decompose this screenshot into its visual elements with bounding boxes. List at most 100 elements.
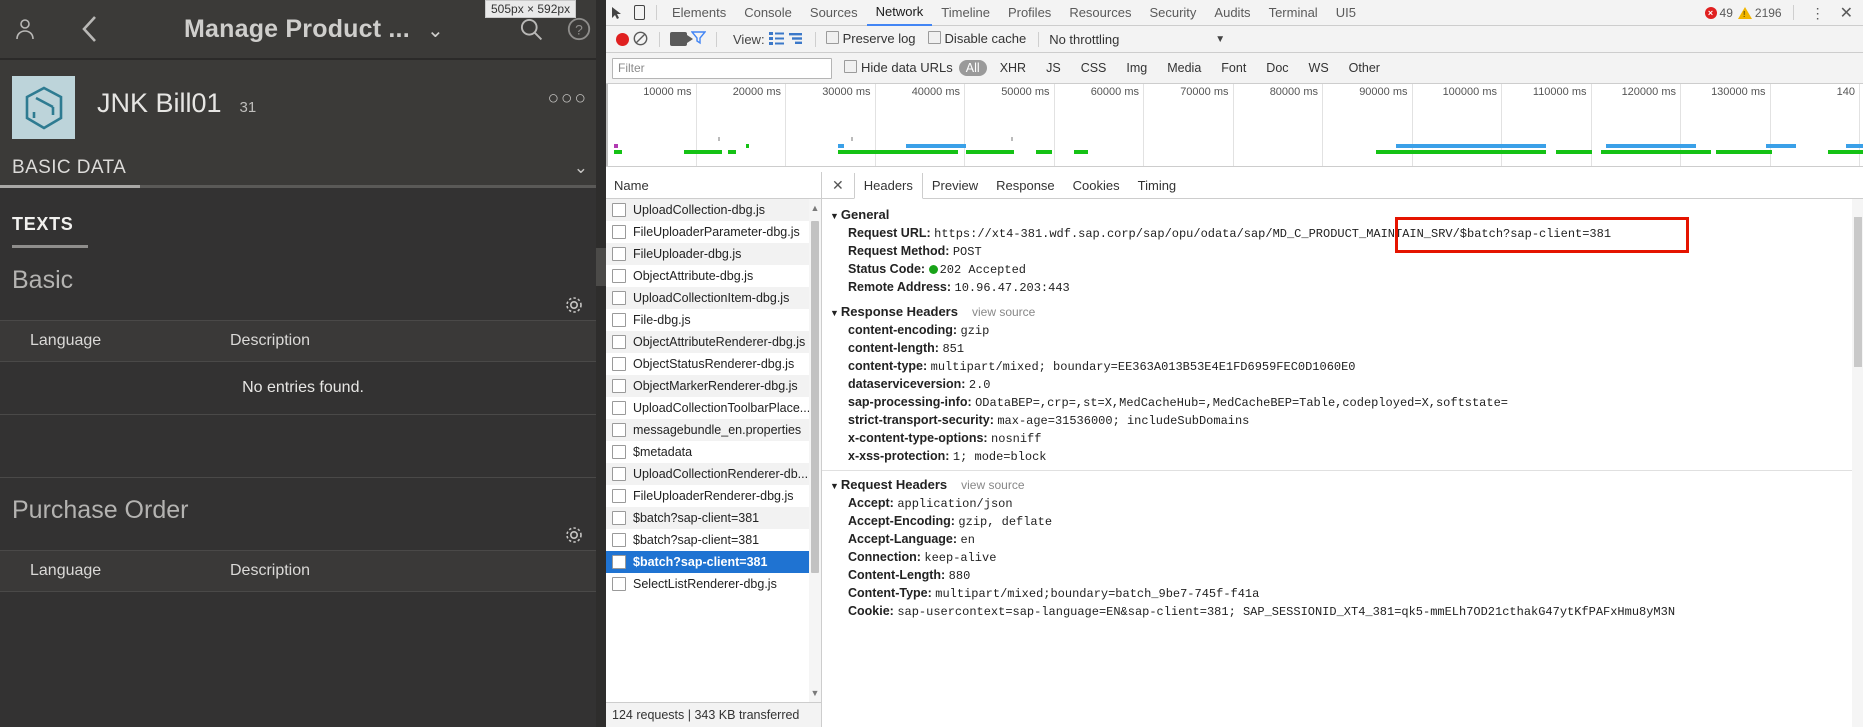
detail-scrollbar[interactable] — [1852, 199, 1863, 727]
type-filter-xhr[interactable]: XHR — [993, 60, 1033, 76]
request-checkbox[interactable] — [612, 225, 626, 239]
panel-tab-timeline[interactable]: Timeline — [932, 1, 999, 25]
request-checkbox[interactable] — [612, 291, 626, 305]
preserve-log-checkbox[interactable]: Preserve log — [825, 30, 916, 48]
type-filter-media[interactable]: Media — [1160, 60, 1208, 76]
help-icon[interactable]: ? — [566, 16, 592, 42]
tab-basic-data[interactable]: BASIC DATA — [12, 157, 126, 179]
detail-tab-headers[interactable]: Headers — [853, 172, 923, 199]
request-row[interactable]: FileUploaderParameter-dbg.js — [606, 221, 821, 243]
request-row[interactable]: UploadCollectionItem-dbg.js — [606, 287, 821, 309]
request-row[interactable]: UploadCollectionRenderer-db... — [606, 463, 821, 485]
requests-list[interactable]: UploadCollection-dbg.js FileUploaderParam… — [606, 199, 821, 702]
request-row[interactable]: $batch?sap-client=381 — [606, 529, 821, 551]
requests-scrollbar[interactable]: ▲ ▼ — [809, 199, 821, 702]
request-row[interactable]: ObjectAttribute-dbg.js — [606, 265, 821, 287]
request-checkbox[interactable] — [612, 357, 626, 371]
panel-tab-ui5[interactable]: UI5 — [1327, 1, 1365, 25]
request-checkbox[interactable] — [612, 203, 626, 217]
panel-tab-terminal[interactable]: Terminal — [1260, 1, 1327, 25]
detail-tab-response[interactable]: Response — [987, 173, 1064, 198]
request-checkbox[interactable] — [612, 511, 626, 525]
chevron-down-icon[interactable]: ⌄ — [427, 18, 444, 43]
request-checkbox[interactable] — [612, 247, 626, 261]
back-chevron-icon[interactable] — [76, 16, 102, 42]
overflow-dots-icon[interactable]: ○○○ — [548, 88, 588, 110]
request-row[interactable]: $metadata — [606, 441, 821, 463]
type-filter-img[interactable]: Img — [1119, 60, 1154, 76]
scrollbar-thumb[interactable] — [1854, 217, 1862, 367]
detail-tab-cookies[interactable]: Cookies — [1064, 173, 1129, 198]
inspect-element-icon[interactable] — [606, 2, 628, 24]
network-timeline-overview[interactable]: 10000 ms 20000 ms 30000 ms 40000 ms 50000 ms… — [606, 84, 1863, 167]
request-checkbox[interactable] — [612, 423, 626, 437]
type-filter-all[interactable]: All — [958, 60, 987, 76]
request-checkbox[interactable] — [612, 489, 626, 503]
panel-tab-sources[interactable]: Sources — [801, 1, 867, 25]
clear-icon[interactable] — [633, 31, 649, 47]
request-checkbox[interactable] — [612, 533, 626, 547]
request-row[interactable]: SelectListRenderer-dbg.js — [606, 573, 821, 595]
close-icon[interactable]: ✕ — [1836, 3, 1857, 23]
view-waterfall-icon[interactable] — [788, 32, 805, 46]
detail-tab-preview[interactable]: Preview — [923, 173, 987, 198]
close-detail-icon[interactable]: ✕ — [822, 177, 854, 194]
view-source-link[interactable]: view source — [961, 478, 1024, 492]
request-row[interactable]: FileUploaderRenderer-dbg.js — [606, 485, 821, 507]
chevron-down-icon[interactable]: ⌄ — [574, 158, 588, 178]
page-title[interactable]: Manage Product ... ⌄ — [102, 15, 518, 44]
type-filter-css[interactable]: CSS — [1074, 60, 1114, 76]
disable-cache-checkbox[interactable]: Disable cache — [927, 30, 1026, 48]
request-checkbox[interactable] — [612, 555, 626, 569]
request-checkbox[interactable] — [612, 313, 626, 327]
scrollbar-thumb[interactable] — [811, 221, 819, 573]
request-checkbox[interactable] — [612, 577, 626, 591]
panel-tab-security[interactable]: Security — [1140, 1, 1205, 25]
view-source-link[interactable]: view source — [972, 305, 1035, 319]
panel-tab-audits[interactable]: Audits — [1205, 1, 1259, 25]
panel-tab-console[interactable]: Console — [735, 1, 801, 25]
general-section-heading[interactable]: ▼ General — [822, 205, 1863, 224]
chevron-down-icon[interactable]: ▼ — [1215, 34, 1225, 45]
type-filter-js[interactable]: JS — [1039, 60, 1068, 76]
search-icon[interactable] — [518, 16, 544, 42]
request-row[interactable]: messagebundle_en.properties — [606, 419, 821, 441]
filter-input[interactable]: Filter — [612, 57, 832, 79]
record-button[interactable] — [616, 32, 629, 46]
gear-icon[interactable] — [0, 525, 606, 550]
warning-count-badge[interactable]: ! 2196 — [1737, 6, 1782, 20]
request-row[interactable]: ObjectMarkerRenderer-dbg.js — [606, 375, 821, 397]
request-row[interactable]: ObjectStatusRenderer-dbg.js — [606, 353, 821, 375]
request-headers-heading[interactable]: ▼ Request Headers view source — [822, 475, 1863, 494]
response-headers-heading[interactable]: ▼ Response Headers view source — [822, 302, 1863, 321]
type-filter-font[interactable]: Font — [1214, 60, 1253, 76]
scroll-down-icon[interactable]: ▼ — [809, 686, 821, 700]
type-filter-other[interactable]: Other — [1342, 60, 1387, 76]
request-row[interactable]: UploadCollectionToolbarPlace... — [606, 397, 821, 419]
gear-icon[interactable] — [0, 295, 606, 320]
panel-tab-elements[interactable]: Elements — [663, 1, 735, 25]
detail-tab-timing[interactable]: Timing — [1129, 173, 1186, 198]
hide-data-urls-checkbox[interactable]: Hide data URLs — [844, 59, 953, 77]
device-toolbar-icon[interactable] — [628, 2, 650, 24]
request-row[interactable]: UploadCollection-dbg.js — [606, 199, 821, 221]
request-row[interactable]: FileUploader-dbg.js — [606, 243, 821, 265]
request-checkbox[interactable] — [612, 467, 626, 481]
requests-column-header[interactable]: Name — [606, 172, 821, 199]
error-count-badge[interactable]: × 49 — [1704, 6, 1733, 20]
panel-tab-profiles[interactable]: Profiles — [999, 1, 1060, 25]
request-checkbox[interactable] — [612, 379, 626, 393]
request-row[interactable]: $batch?sap-client=381 — [606, 507, 821, 529]
panel-tab-resources[interactable]: Resources — [1060, 1, 1140, 25]
headers-content[interactable]: ▼ General Request URL: https://xt4-381.wd… — [822, 199, 1863, 727]
person-icon[interactable] — [12, 16, 38, 42]
type-filter-ws[interactable]: WS — [1302, 60, 1336, 76]
request-row[interactable]: File-dbg.js — [606, 309, 821, 331]
request-checkbox[interactable] — [612, 445, 626, 459]
more-options-icon[interactable]: ⋮ — [1805, 6, 1831, 20]
request-checkbox[interactable] — [612, 335, 626, 349]
capture-screenshots-icon[interactable] — [670, 32, 693, 46]
view-list-icon[interactable] — [768, 32, 785, 46]
panel-tab-network[interactable]: Network — [866, 0, 933, 26]
request-row[interactable]: ObjectAttributeRenderer-dbg.js — [606, 331, 821, 353]
